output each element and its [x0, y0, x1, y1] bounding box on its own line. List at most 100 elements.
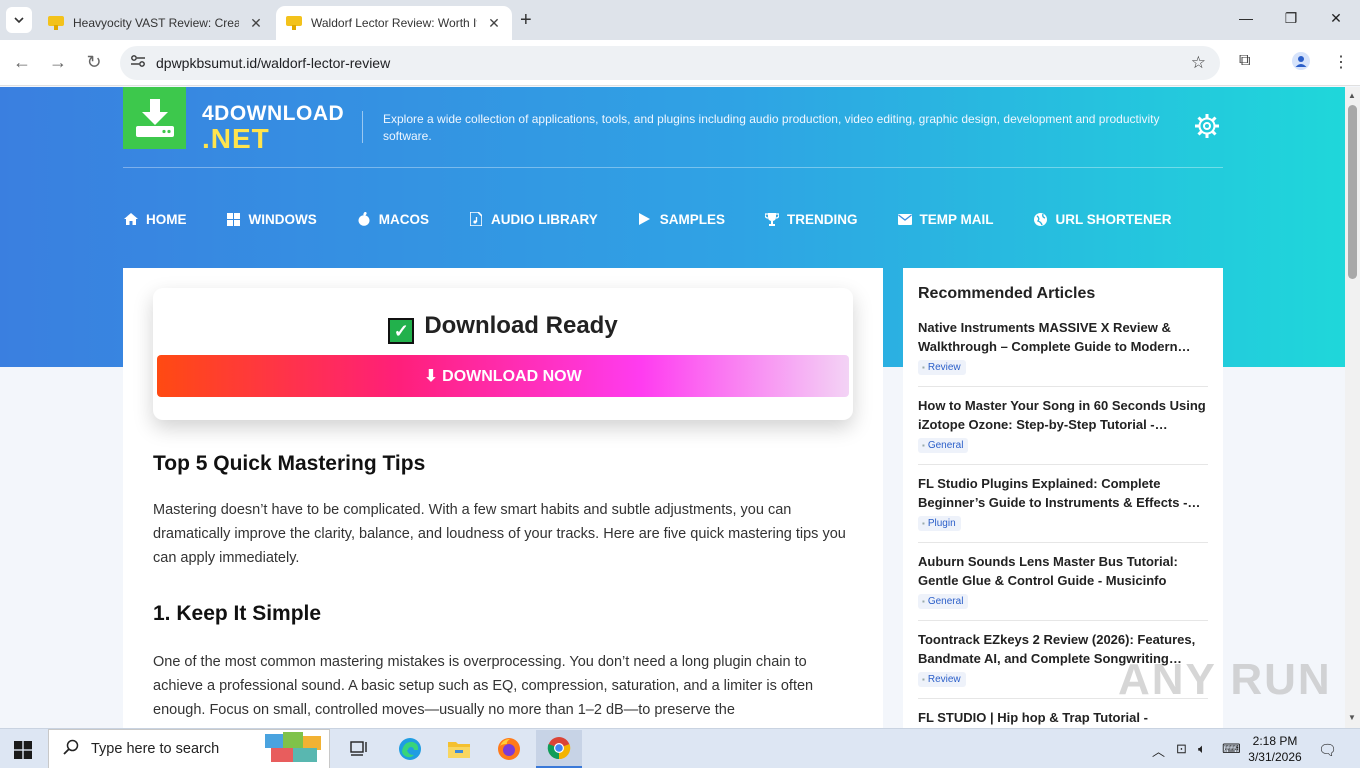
scroll-down-icon[interactable]: ▼	[1348, 713, 1356, 722]
trophy-icon	[764, 212, 780, 226]
firefox-icon[interactable]	[495, 735, 523, 763]
category-badge[interactable]: ▪ Review	[918, 360, 966, 375]
chrome-icon[interactable]	[536, 730, 582, 768]
recommended-article-title[interactable]: How to Master Your Song in 60 Seconds Us…	[918, 397, 1208, 434]
minimize-icon[interactable]: —	[1236, 10, 1256, 26]
recommended-article-title[interactable]: Auburn Sounds Lens Master Bus Tutorial: …	[918, 553, 1208, 590]
bookmark-star-icon[interactable]: ☆	[1191, 53, 1206, 73]
site-favicon-icon	[48, 16, 64, 30]
page-scrollbar[interactable]: ▲ ▼	[1345, 87, 1360, 728]
scroll-up-icon[interactable]: ▲	[1348, 91, 1356, 100]
windows-taskbar: Type here to search ︿ ⊡ 🔈︎ ⌨︎ 2:18 PM 3/…	[0, 728, 1360, 768]
site-tagline: Explore a wide collection of application…	[383, 112, 1160, 143]
tab-search-button[interactable]	[6, 7, 32, 33]
nav-item-temp-mail[interactable]: TEMP MAIL	[897, 209, 994, 229]
close-tab-icon[interactable]: ✕	[248, 15, 264, 32]
tag-icon: ▪	[922, 597, 925, 606]
download-logo-icon[interactable]	[123, 87, 186, 149]
category-label: Review	[927, 674, 961, 685]
logo-text-secondary[interactable]: .NET	[202, 123, 270, 155]
menu-kebab-icon[interactable]: ⋮	[1333, 52, 1349, 72]
chevron-down-icon	[14, 17, 24, 24]
browser-toolbar: ← → ↻ dpwpkbsumut.id/waldorf-lector-revi…	[0, 40, 1360, 86]
apple-icon	[356, 212, 372, 226]
recommended-article[interactable]: Auburn Sounds Lens Master Bus Tutorial: …	[918, 553, 1208, 621]
task-view-icon[interactable]	[346, 735, 374, 763]
browser-tab-1[interactable]: Heavyocity VAST Review: Creati ✕	[38, 6, 274, 40]
close-window-icon[interactable]: ✕	[1326, 10, 1346, 27]
divider	[362, 111, 363, 143]
address-bar[interactable]: dpwpkbsumut.id/waldorf-lector-review ☆	[120, 46, 1220, 80]
notifications-icon[interactable]: 🗨︎	[1318, 741, 1337, 759]
restore-icon[interactable]: ❐	[1281, 10, 1301, 27]
scroll-thumb[interactable]	[1348, 105, 1357, 279]
recommended-article-title[interactable]: FL STUDIO | Hip hop & Trap Tutorial -	[918, 709, 1208, 728]
article-paragraph: One of the most common mastering mistake…	[153, 654, 814, 718]
category-badge[interactable]: ▪ General	[918, 594, 969, 609]
edge-browser-icon[interactable]	[396, 735, 424, 763]
page-viewport: 4DOWNLOAD .NET Explore a wide collection…	[0, 87, 1345, 728]
volume-icon[interactable]: 🔈︎	[1198, 741, 1206, 757]
nav-item-label: AUDIO LIBRARY	[491, 211, 598, 227]
gear-icon[interactable]	[1194, 113, 1220, 144]
new-tab-icon[interactable]: +	[520, 9, 532, 32]
main-navigation: HOME WINDOWS MACOS AUDIO LIBRARY SAMPLES…	[123, 209, 1211, 229]
nav-item-audio-library[interactable]: AUDIO LIBRARY	[468, 209, 598, 229]
category-label: General	[927, 440, 964, 451]
close-tab-icon[interactable]: ✕	[486, 15, 502, 32]
nav-item-url-shortener[interactable]: URL SHORTENER	[1033, 209, 1172, 229]
audio-file-icon	[468, 212, 484, 226]
nav-item-windows[interactable]: WINDOWS	[226, 209, 317, 229]
tray-overflow-chevron-icon[interactable]: ︿	[1152, 741, 1165, 760]
nav-item-trending[interactable]: TRENDING	[764, 209, 858, 229]
category-badge[interactable]: ▪ Review	[918, 672, 966, 687]
taskbar-search-input[interactable]: Type here to search	[48, 729, 330, 768]
recommended-article-title[interactable]: Native Instruments MASSIVE X Review & Wa…	[918, 319, 1208, 356]
globe-icon	[1033, 212, 1049, 226]
browser-tab-2[interactable]: Waldorf Lector Review: Worth It ✕	[276, 6, 512, 40]
recommended-article[interactable]: How to Master Your Song in 60 Seconds Us…	[918, 397, 1208, 465]
recommended-article-title[interactable]: FL Studio Plugins Explained: Complete Be…	[918, 475, 1208, 512]
category-badge[interactable]: ▪ General	[918, 438, 969, 453]
tab-title: Heavyocity VAST Review: Creati	[73, 16, 239, 30]
search-icon	[63, 739, 79, 760]
back-icon[interactable]: ←	[11, 52, 33, 73]
network-icon[interactable]: ⊡	[1176, 741, 1187, 757]
category-badge[interactable]: ▪ Plugin	[918, 516, 961, 531]
nav-item-label: URL SHORTENER	[1055, 211, 1172, 227]
recommended-article[interactable]: Native Instruments MASSIVE X Review & Wa…	[918, 319, 1208, 387]
nav-item-samples[interactable]: SAMPLES	[637, 209, 725, 229]
keyboard-icon[interactable]: ⌨︎	[1222, 741, 1241, 757]
nav-item-label: WINDOWS	[248, 211, 317, 227]
category-label: General	[927, 596, 964, 607]
tag-icon: ▪	[922, 363, 925, 372]
download-now-button[interactable]: ⬇ DOWNLOAD NOW	[157, 355, 849, 397]
nav-item-home[interactable]: HOME	[123, 209, 187, 229]
article-heading: Top 5 Quick Mastering Tips	[153, 452, 426, 475]
tag-icon: ▪	[922, 441, 925, 450]
profile-icon[interactable]	[1292, 52, 1310, 75]
nav-item-label: HOME	[146, 211, 187, 227]
reload-icon[interactable]: ↻	[83, 52, 105, 73]
browser-tab-strip: Heavyocity VAST Review: Creati ✕ Waldorf…	[0, 0, 1360, 40]
category-label: Plugin	[927, 518, 956, 529]
windows-start-icon[interactable]	[14, 741, 32, 764]
puzzle-widget-icon[interactable]	[263, 730, 325, 768]
site-info-icon[interactable]	[130, 54, 150, 73]
url-text: dpwpkbsumut.id/waldorf-lector-review	[156, 55, 391, 71]
download-title-text: Download Ready	[424, 312, 618, 339]
nav-item-label: TRENDING	[787, 211, 858, 227]
taskbar-clock[interactable]: 2:18 PM 3/31/2026	[1243, 733, 1307, 765]
clock-time: 2:18 PM	[1252, 734, 1298, 748]
forward-icon[interactable]: →	[47, 52, 69, 73]
home-icon	[123, 212, 139, 226]
play-icon	[637, 212, 653, 226]
nav-item-macos[interactable]: MACOS	[356, 209, 429, 229]
recommended-article[interactable]: FL STUDIO | Hip hop & Trap Tutorial -	[918, 709, 1208, 728]
recommended-article[interactable]: FL Studio Plugins Explained: Complete Be…	[918, 475, 1208, 543]
site-favicon-icon	[286, 16, 302, 30]
file-explorer-icon[interactable]	[445, 735, 473, 763]
category-label: Review	[927, 362, 961, 373]
check-mark-icon: ✓	[388, 318, 415, 344]
extensions-icon[interactable]: ⧉	[1239, 52, 1250, 70]
